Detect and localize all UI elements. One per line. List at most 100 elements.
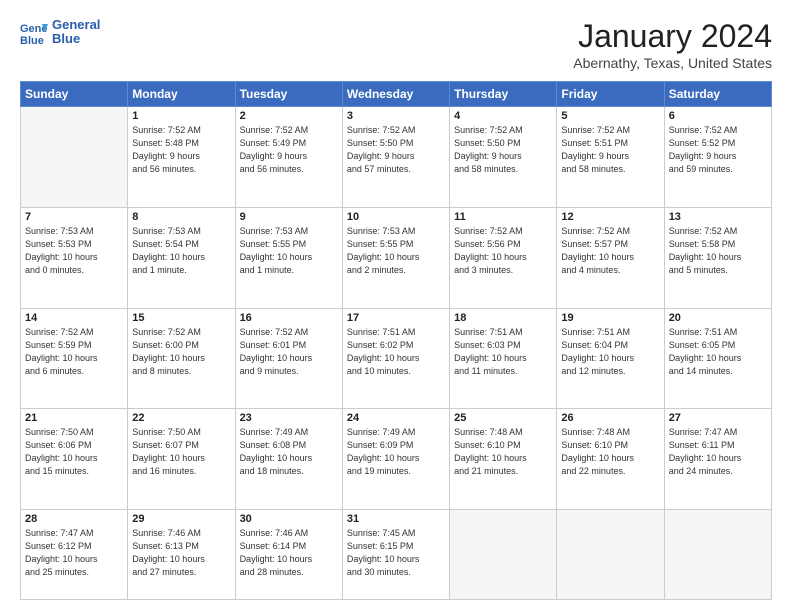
day-info: Sunrise: 7:52 AMSunset: 5:49 PMDaylight:… bbox=[240, 124, 338, 176]
day-number: 7 bbox=[25, 211, 123, 223]
day-number: 29 bbox=[132, 513, 230, 525]
location: Abernathy, Texas, United States bbox=[573, 55, 772, 71]
calendar-day-cell: 2 Sunrise: 7:52 AMSunset: 5:49 PMDaylight… bbox=[235, 107, 342, 208]
day-number: 20 bbox=[669, 312, 767, 324]
day-number: 12 bbox=[561, 211, 659, 223]
day-info: Sunrise: 7:50 AMSunset: 6:07 PMDaylight:… bbox=[132, 426, 230, 478]
logo-line1: General bbox=[52, 18, 100, 32]
day-info: Sunrise: 7:52 AMSunset: 5:57 PMDaylight:… bbox=[561, 225, 659, 277]
day-number: 22 bbox=[132, 412, 230, 424]
month-title: January 2024 bbox=[573, 18, 772, 55]
calendar-week-row: 28Sunrise: 7:47 AMSunset: 6:12 PMDayligh… bbox=[21, 510, 772, 600]
calendar-week-row: 14Sunrise: 7:52 AMSunset: 5:59 PMDayligh… bbox=[21, 308, 772, 409]
day-number: 10 bbox=[347, 211, 445, 223]
day-info: Sunrise: 7:49 AMSunset: 6:09 PMDaylight:… bbox=[347, 426, 445, 478]
calendar-day-cell: 15 Sunrise: 7:52 AMSunset: 6:00 PMDayligh… bbox=[128, 308, 235, 409]
calendar-table: SundayMondayTuesdayWednesdayThursdayFrid… bbox=[20, 81, 772, 600]
day-info: Sunrise: 7:46 AMSunset: 6:13 PMDaylight:… bbox=[132, 527, 230, 579]
weekday-header: Friday bbox=[557, 82, 664, 107]
day-number: 17 bbox=[347, 312, 445, 324]
day-number: 8 bbox=[132, 211, 230, 223]
day-info: Sunrise: 7:48 AMSunset: 6:10 PMDaylight:… bbox=[561, 426, 659, 478]
day-info: Sunrise: 7:52 AMSunset: 5:50 PMDaylight:… bbox=[347, 124, 445, 176]
day-number: 6 bbox=[669, 110, 767, 122]
day-number: 1 bbox=[132, 110, 230, 122]
day-number: 30 bbox=[240, 513, 338, 525]
calendar-day-cell: 30 Sunrise: 7:46 AMSunset: 6:14 PMDayligh… bbox=[235, 510, 342, 600]
calendar-day-cell: 7 Sunrise: 7:53 AMSunset: 5:53 PMDaylight… bbox=[21, 207, 128, 308]
calendar-week-row: 1 Sunrise: 7:52 AMSunset: 5:48 PMDaylight… bbox=[21, 107, 772, 208]
day-info: Sunrise: 7:53 AMSunset: 5:55 PMDaylight:… bbox=[347, 225, 445, 277]
day-info: Sunrise: 7:51 AMSunset: 6:04 PMDaylight:… bbox=[561, 326, 659, 378]
weekday-header: Sunday bbox=[21, 82, 128, 107]
calendar-day-cell: 24Sunrise: 7:49 AMSunset: 6:09 PMDayligh… bbox=[342, 409, 449, 510]
day-info: Sunrise: 7:51 AMSunset: 6:05 PMDaylight:… bbox=[669, 326, 767, 378]
day-number: 2 bbox=[240, 110, 338, 122]
calendar-day-cell: 13Sunrise: 7:52 AMSunset: 5:58 PMDayligh… bbox=[664, 207, 771, 308]
day-info: Sunrise: 7:52 AMSunset: 5:48 PMDaylight:… bbox=[132, 124, 230, 176]
day-number: 21 bbox=[25, 412, 123, 424]
day-info: Sunrise: 7:52 AMSunset: 5:56 PMDaylight:… bbox=[454, 225, 552, 277]
calendar-day-cell: 21 Sunrise: 7:50 AMSunset: 6:06 PMDayligh… bbox=[21, 409, 128, 510]
day-info: Sunrise: 7:53 AMSunset: 5:53 PMDaylight:… bbox=[25, 225, 123, 277]
calendar-day-cell: 10 Sunrise: 7:53 AMSunset: 5:55 PMDayligh… bbox=[342, 207, 449, 308]
page: General Blue General Blue January 2024 A… bbox=[0, 0, 792, 612]
day-info: Sunrise: 7:50 AMSunset: 6:06 PMDaylight:… bbox=[25, 426, 123, 478]
day-number: 11 bbox=[454, 211, 552, 223]
weekday-header: Monday bbox=[128, 82, 235, 107]
weekday-header: Tuesday bbox=[235, 82, 342, 107]
calendar-day-cell: 29 Sunrise: 7:46 AMSunset: 6:13 PMDayligh… bbox=[128, 510, 235, 600]
day-number: 18 bbox=[454, 312, 552, 324]
day-number: 15 bbox=[132, 312, 230, 324]
calendar-day-cell: 20 Sunrise: 7:51 AMSunset: 6:05 PMDayligh… bbox=[664, 308, 771, 409]
calendar-day-cell: 22 Sunrise: 7:50 AMSunset: 6:07 PMDayligh… bbox=[128, 409, 235, 510]
day-info: Sunrise: 7:52 AMSunset: 5:50 PMDaylight:… bbox=[454, 124, 552, 176]
day-number: 26 bbox=[561, 412, 659, 424]
calendar-day-cell bbox=[21, 107, 128, 208]
weekday-header-row: SundayMondayTuesdayWednesdayThursdayFrid… bbox=[21, 82, 772, 107]
calendar-day-cell bbox=[450, 510, 557, 600]
day-info: Sunrise: 7:52 AMSunset: 5:59 PMDaylight:… bbox=[25, 326, 123, 378]
day-number: 19 bbox=[561, 312, 659, 324]
calendar-day-cell: 12 Sunrise: 7:52 AMSunset: 5:57 PMDayligh… bbox=[557, 207, 664, 308]
calendar-day-cell: 31 Sunrise: 7:45 AMSunset: 6:15 PMDayligh… bbox=[342, 510, 449, 600]
day-info: Sunrise: 7:52 AMSunset: 5:58 PMDaylight:… bbox=[669, 225, 767, 277]
day-number: 27 bbox=[669, 412, 767, 424]
header-right: January 2024 Abernathy, Texas, United St… bbox=[573, 18, 772, 71]
day-info: Sunrise: 7:52 AMSunset: 5:51 PMDaylight:… bbox=[561, 124, 659, 176]
day-info: Sunrise: 7:52 AMSunset: 6:00 PMDaylight:… bbox=[132, 326, 230, 378]
day-number: 25 bbox=[454, 412, 552, 424]
day-info: Sunrise: 7:53 AMSunset: 5:55 PMDaylight:… bbox=[240, 225, 338, 277]
logo: General Blue General Blue bbox=[20, 18, 100, 47]
calendar-day-cell: 18 Sunrise: 7:51 AMSunset: 6:03 PMDayligh… bbox=[450, 308, 557, 409]
calendar-day-cell: 8 Sunrise: 7:53 AMSunset: 5:54 PMDaylight… bbox=[128, 207, 235, 308]
day-info: Sunrise: 7:49 AMSunset: 6:08 PMDaylight:… bbox=[240, 426, 338, 478]
calendar-week-row: 7 Sunrise: 7:53 AMSunset: 5:53 PMDaylight… bbox=[21, 207, 772, 308]
day-info: Sunrise: 7:51 AMSunset: 6:03 PMDaylight:… bbox=[454, 326, 552, 378]
calendar-day-cell: 26 Sunrise: 7:48 AMSunset: 6:10 PMDayligh… bbox=[557, 409, 664, 510]
calendar-day-cell: 16Sunrise: 7:52 AMSunset: 6:01 PMDayligh… bbox=[235, 308, 342, 409]
calendar-day-cell bbox=[664, 510, 771, 600]
day-info: Sunrise: 7:53 AMSunset: 5:54 PMDaylight:… bbox=[132, 225, 230, 277]
calendar-day-cell: 6Sunrise: 7:52 AMSunset: 5:52 PMDaylight… bbox=[664, 107, 771, 208]
day-info: Sunrise: 7:47 AMSunset: 6:11 PMDaylight:… bbox=[669, 426, 767, 478]
day-number: 23 bbox=[240, 412, 338, 424]
calendar-day-cell: 5 Sunrise: 7:52 AMSunset: 5:51 PMDaylight… bbox=[557, 107, 664, 208]
header: General Blue General Blue January 2024 A… bbox=[20, 18, 772, 71]
calendar-day-cell: 17Sunrise: 7:51 AMSunset: 6:02 PMDayligh… bbox=[342, 308, 449, 409]
calendar-day-cell bbox=[557, 510, 664, 600]
day-number: 9 bbox=[240, 211, 338, 223]
svg-text:Blue: Blue bbox=[20, 35, 44, 46]
calendar-day-cell: 19 Sunrise: 7:51 AMSunset: 6:04 PMDayligh… bbox=[557, 308, 664, 409]
calendar-day-cell: 11 Sunrise: 7:52 AMSunset: 5:56 PMDayligh… bbox=[450, 207, 557, 308]
day-info: Sunrise: 7:45 AMSunset: 6:15 PMDaylight:… bbox=[347, 527, 445, 579]
logo-icon: General Blue bbox=[20, 18, 48, 46]
calendar-week-row: 21 Sunrise: 7:50 AMSunset: 6:06 PMDayligh… bbox=[21, 409, 772, 510]
calendar-day-cell: 3 Sunrise: 7:52 AMSunset: 5:50 PMDaylight… bbox=[342, 107, 449, 208]
day-number: 3 bbox=[347, 110, 445, 122]
day-info: Sunrise: 7:47 AMSunset: 6:12 PMDaylight:… bbox=[25, 527, 123, 579]
day-info: Sunrise: 7:46 AMSunset: 6:14 PMDaylight:… bbox=[240, 527, 338, 579]
weekday-header: Wednesday bbox=[342, 82, 449, 107]
day-number: 5 bbox=[561, 110, 659, 122]
day-number: 31 bbox=[347, 513, 445, 525]
